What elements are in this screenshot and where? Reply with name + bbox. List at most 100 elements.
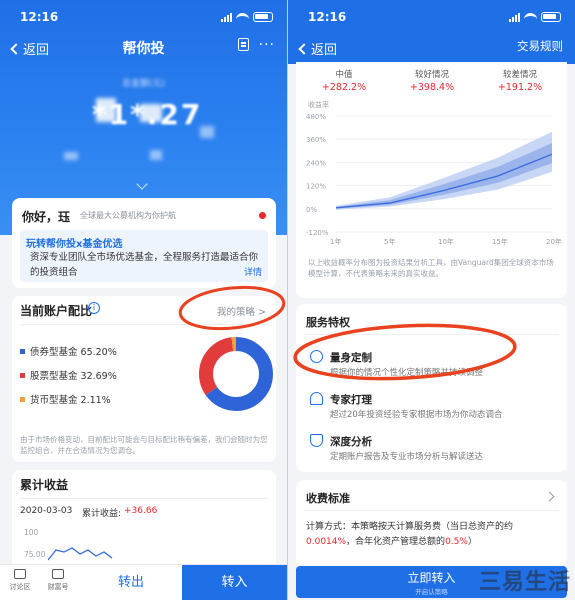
x-tick-label: 20年 <box>546 237 562 246</box>
shield-icon <box>310 434 323 447</box>
service-name: 专家打理 <box>330 394 372 406</box>
service-name: 量身定制 <box>330 352 372 364</box>
stat-median: 中值 +282.2% <box>304 68 384 93</box>
divider <box>304 510 559 511</box>
fee-title: 收费标准 <box>306 492 350 505</box>
projection-chart: 480% 360% 240% 120% 0% -120%1年 5年 10年 15年 20年 <box>306 113 562 246</box>
fee-card[interactable]: 收费标准 计算方式：本策略按天计算服务费（当日总资产的约 0.0014%，合年化资… <box>296 480 567 566</box>
y-tick-label: 480% <box>306 113 326 121</box>
chevron-right-icon[interactable] <box>544 491 555 502</box>
promo-title[interactable]: 玩转帮你投x基金优选 <box>26 235 122 250</box>
stat-value: +282.2% <box>321 82 367 93</box>
signal-icon <box>509 12 520 22</box>
forum-icon <box>14 569 26 579</box>
wifi-icon <box>524 12 537 22</box>
battery-icon <box>541 12 561 22</box>
document-icon[interactable] <box>237 38 249 51</box>
status-bar: 12:16 <box>308 10 561 26</box>
info-icon[interactable]: i <box>88 302 100 314</box>
earnings-tick: 100 <box>24 528 39 537</box>
stat-good: 较好情况 +398.4% <box>392 68 472 93</box>
promo-box[interactable]: 玩转帮你投x基金优选 资深专业团队全市场优选基金，全程服务打造最适合你的投资组合… <box>20 230 268 282</box>
status-bar: 12:16 <box>20 10 273 26</box>
buy-button[interactable]: 转入 <box>182 565 287 600</box>
bottom-bar: 讨论区 财富号 转出 转入 <box>0 564 287 600</box>
wealth-tab[interactable]: 财富号 <box>40 569 76 592</box>
service-desc: 超过20年投资经验专家根据市场为你动态调合 <box>330 410 503 420</box>
y-tick-label: 120% <box>306 183 326 191</box>
earnings-title: 累计收益 <box>20 478 69 492</box>
forum-tab[interactable]: 讨论区 <box>2 569 38 592</box>
amount-caption: 总金额(元) <box>121 79 166 89</box>
y-tick-label: 240% <box>306 159 326 167</box>
wifi-icon <box>236 12 249 22</box>
allocation-donut <box>199 337 273 411</box>
legend-item-bond: 债券型基金 65.20% <box>20 344 117 358</box>
stat-value: +191.2% <box>497 82 543 93</box>
hero-banner: 12:16 返回 交易规则 <box>288 0 575 64</box>
nav-bar: 返回 交易规则 <box>288 36 575 58</box>
divider <box>20 324 268 325</box>
allocation-note: 由于市场价格变动，目前配比可能会与目标配比稍有偏差，我们会随时为您监控组合，并在… <box>20 435 268 455</box>
redaction-mark <box>64 152 78 160</box>
trade-rules-link[interactable]: 交易规则 <box>517 38 563 54</box>
promo-body: 资深专业团队全市场优选基金，全程服务打造最适合你的投资组合 <box>30 252 259 278</box>
allocation-card: 当前账户配比 i 我的策略 > 债券型基金 65.20% 股票型基金 32.69… <box>12 296 276 462</box>
legend-item-stock: 股票型基金 32.69% <box>20 368 117 382</box>
fee-description: 计算方式：本策略按天计算服务费（当日总资产的约 0.0014%，合年化资产管理总额… <box>306 520 557 550</box>
stat-label: 较差情况 <box>502 70 537 80</box>
legend-label: 债券型基金 65.20% <box>30 347 117 358</box>
wealth-label: 财富号 <box>47 583 69 591</box>
sell-button[interactable]: 转出 <box>80 565 182 600</box>
battery-icon <box>253 12 273 22</box>
right-screen: 12:16 返回 交易规则 中值 +282.2% 较好情况 +398.4% 较差情况… <box>288 0 575 600</box>
allocation-title: 当前账户配比 <box>20 304 93 318</box>
back-button[interactable]: 返回 <box>298 39 338 58</box>
wealth-icon <box>52 569 64 579</box>
nav-bar: 返回 帮你投 ··· <box>0 36 287 58</box>
greeting-card: 你好，珏 全球最大公募机构为你护航 玩转帮你投x基金优选 资深专业团队全市场优选… <box>12 198 276 288</box>
earnings-card: 累计收益 2020-03-03 累计收益: +36.66 100 75.00 <box>12 470 276 570</box>
service-name: 深度分析 <box>330 436 372 448</box>
x-tick-label: 15年 <box>492 237 508 246</box>
back-label: 返回 <box>311 43 338 58</box>
chevron-left-icon <box>298 42 310 55</box>
redaction-mark <box>96 98 116 122</box>
x-tick-label: 1年 <box>330 237 341 246</box>
my-strategy-link[interactable]: 我的策略 > <box>217 304 266 318</box>
stat-value: +398.4% <box>409 82 455 93</box>
fee-text: ） <box>467 537 477 547</box>
legend-label: 货币型基金 2.11% <box>30 395 111 406</box>
legend-swatch <box>20 396 25 402</box>
detail-link[interactable]: 详情 <box>244 265 262 278</box>
services-title: 服务特权 <box>306 316 350 329</box>
chevron-down-icon[interactable] <box>136 178 148 190</box>
left-screen: 12:16 返回 帮你投 ··· 总金额(元) *1*.27 你好，珏 全球最大… <box>0 0 287 600</box>
greeting-subtitle: 全球最大公募机构为你护航 <box>80 211 176 220</box>
earnings-value: +36.66 <box>124 506 158 516</box>
x-tick-label: 5年 <box>384 237 395 246</box>
greeting-title: 你好，珏 <box>22 210 71 224</box>
chart-note: 以上收益概率分布图为投资结果分析工具，由Vanguard集团全球资本市场模型计算… <box>308 258 554 278</box>
redaction-mark <box>140 104 162 122</box>
divider <box>20 498 268 499</box>
fee-annual-rate: 0.5% <box>445 537 468 547</box>
fee-daily-rate: 0.0014% <box>306 537 347 547</box>
watermark: 三易生活 <box>478 570 571 595</box>
more-button[interactable]: ··· <box>259 38 275 52</box>
stat-label: 中值 <box>335 70 353 80</box>
signal-icon <box>221 12 232 22</box>
legend-item-money: 货币型基金 2.11% <box>20 392 117 406</box>
legend-swatch <box>20 372 25 378</box>
redaction-mark <box>200 126 214 138</box>
redaction-mark <box>150 150 162 160</box>
legend-swatch <box>20 348 25 354</box>
chart-y-title: 收益率 <box>308 101 329 109</box>
y-tick-label: 360% <box>306 136 326 144</box>
projection-card: 中值 +282.2% 较好情况 +398.4% 较差情况 +191.2% 收益率 48… <box>296 62 567 298</box>
earnings-date: 2020-03-03 <box>20 506 73 516</box>
legend-label: 股票型基金 32.69% <box>30 371 117 382</box>
service-desc: 定期账户报告及专业市场分析与解读送达 <box>330 452 484 462</box>
notification-dot <box>259 212 266 219</box>
fee-text: ，合年化资产管理总额的 <box>346 537 446 547</box>
